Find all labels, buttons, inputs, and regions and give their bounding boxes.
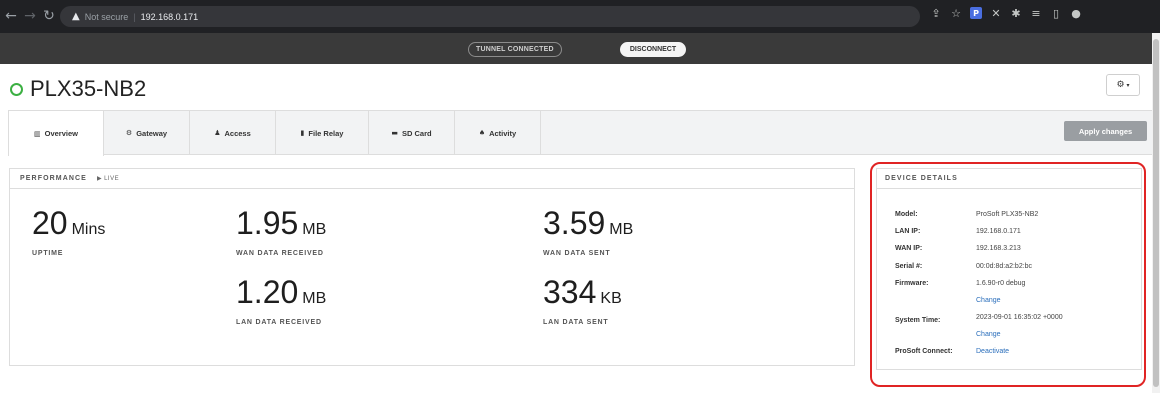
address-bar[interactable]: ▲ Not secure | 192.168.0.171 bbox=[60, 6, 920, 27]
extension-icon[interactable]: P bbox=[970, 7, 982, 19]
metric-unit: MB bbox=[302, 221, 327, 238]
metric-unit: MB bbox=[609, 221, 634, 238]
warning-icon: ▲ bbox=[72, 11, 80, 22]
tab-label: SD Card bbox=[402, 128, 432, 138]
metric-uptime: 20 Mins UPTIME bbox=[32, 207, 105, 257]
caret-down-icon: ▾ bbox=[1126, 81, 1130, 89]
metric-value: 3.59 bbox=[543, 205, 606, 241]
tab-label: Overview bbox=[44, 129, 78, 138]
metric-unit: KB bbox=[600, 290, 622, 307]
user-icon: ♟ bbox=[214, 129, 221, 137]
tab-label: Activity bbox=[489, 128, 517, 138]
folder-icon: ▬ bbox=[391, 129, 399, 137]
performance-panel: PERFORMANCE ▶ LIVE 20 Mins UPTIME 1.95 MB W… bbox=[9, 168, 855, 366]
security-label: Not secure bbox=[84, 11, 129, 22]
performance-header: PERFORMANCE ▶ LIVE bbox=[10, 169, 854, 189]
reload-icon[interactable]: ↻ bbox=[41, 8, 57, 24]
page-title: PLX35-NB2 bbox=[10, 74, 146, 104]
tab-access[interactable]: ♟ Access bbox=[190, 111, 276, 155]
forward-icon[interactable]: → bbox=[22, 8, 38, 24]
url-text: 192.168.0.171 bbox=[140, 11, 199, 22]
play-icon: ▶ bbox=[96, 175, 103, 182]
metric-unit: MB bbox=[302, 290, 327, 307]
tab-activity[interactable]: ♠ Activity bbox=[455, 111, 541, 155]
tab-file-relay[interactable]: ▮ File Relay bbox=[276, 111, 369, 155]
metric-wan-sent: 3.59 MB WAN DATA SENT bbox=[543, 207, 633, 257]
metric-lan-received: 1.20 MB LAN DATA RECEIVED bbox=[236, 276, 326, 326]
apply-changes-button[interactable]: Apply changes bbox=[1064, 121, 1147, 141]
status-online-icon bbox=[10, 82, 23, 96]
performance-title: PERFORMANCE bbox=[20, 175, 87, 182]
live-label: LIVE bbox=[104, 176, 120, 182]
extensions-area: ⇪ ☆ P ✕ ✱ ≡ ▯ ● bbox=[930, 7, 1082, 20]
share-icon[interactable]: ⇪ bbox=[930, 7, 942, 20]
extension-x-icon[interactable]: ✕ bbox=[990, 7, 1002, 20]
disconnect-button[interactable]: DISCONNECT bbox=[620, 42, 686, 57]
gear-icon: ⚙ bbox=[1116, 80, 1125, 90]
queue-icon[interactable]: ≡ bbox=[1030, 7, 1042, 20]
bell-icon: ♠ bbox=[478, 129, 486, 137]
browser-toolbar: ← → ↻ ▲ Not secure | 192.168.0.171 ⇪ ☆ P… bbox=[0, 0, 1160, 33]
bar-chart-icon: ▥ bbox=[34, 129, 41, 138]
metric-label: UPTIME bbox=[32, 250, 64, 257]
metric-label: LAN DATA SENT bbox=[543, 319, 609, 326]
metric-value: 1.20 bbox=[236, 274, 299, 310]
tunnel-status-badge: TUNNEL CONNECTED bbox=[468, 42, 562, 57]
tab-overview[interactable]: ▥ Overview bbox=[8, 111, 104, 156]
back-icon[interactable]: ← bbox=[3, 8, 19, 24]
tab-sd-card[interactable]: ▬ SD Card bbox=[369, 111, 455, 155]
sidebar-icon[interactable]: ▯ bbox=[1050, 7, 1062, 20]
live-indicator: ▶ LIVE bbox=[97, 175, 119, 182]
device-name: PLX35-NB2 bbox=[30, 76, 147, 101]
tab-bar: ▥ Overview ⚙ Gateway ♟ Access ▮ File Relay ▬… bbox=[8, 110, 1152, 156]
tunnel-bar: TUNNEL CONNECTED DISCONNECT bbox=[0, 33, 1152, 64]
tab-label: File Relay bbox=[308, 128, 344, 138]
metric-label: LAN DATA RECEIVED bbox=[236, 319, 322, 326]
file-icon: ▮ bbox=[300, 129, 305, 137]
star-icon[interactable]: ☆ bbox=[950, 7, 962, 20]
page-scrollbar[interactable] bbox=[1152, 33, 1160, 393]
tab-gateway[interactable]: ⚙ Gateway bbox=[104, 111, 190, 155]
metric-lan-sent: 334 KB LAN DATA SENT bbox=[543, 276, 622, 326]
metric-wan-received: 1.95 MB WAN DATA RECEIVED bbox=[236, 207, 326, 257]
profile-icon[interactable]: ● bbox=[1070, 7, 1082, 20]
metric-label: WAN DATA SENT bbox=[543, 250, 611, 257]
highlight-outline bbox=[870, 162, 1146, 387]
metric-label: WAN DATA RECEIVED bbox=[236, 250, 324, 257]
gear-icon: ⚙ bbox=[125, 129, 133, 137]
tab-label: Access bbox=[224, 128, 251, 138]
puzzle-icon[interactable]: ✱ bbox=[1010, 7, 1022, 20]
address-separator: | bbox=[133, 11, 136, 22]
tab-label: Gateway bbox=[136, 128, 168, 138]
settings-dropdown-button[interactable]: ⚙ ▾ bbox=[1106, 74, 1140, 96]
metric-value: 334 bbox=[543, 274, 597, 310]
metric-value: 1.95 bbox=[236, 205, 299, 241]
scrollbar-thumb[interactable] bbox=[1153, 39, 1159, 387]
metric-value: 20 bbox=[32, 205, 68, 241]
metric-unit: Mins bbox=[71, 221, 106, 238]
